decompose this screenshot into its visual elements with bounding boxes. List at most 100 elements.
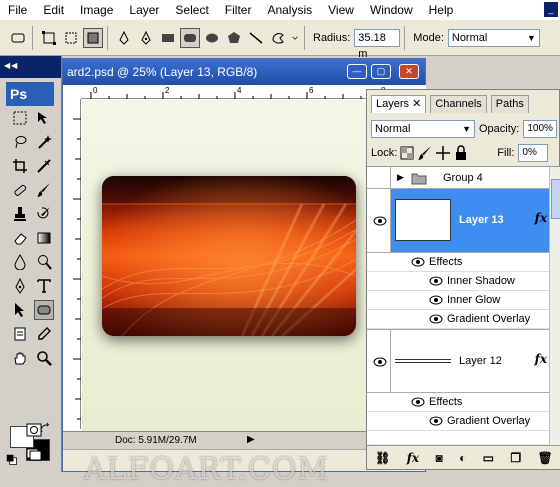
blend-mode-select[interactable]: Normal ▼ <box>371 120 475 138</box>
freeform-pen-icon[interactable] <box>136 28 156 48</box>
new-layer-icon[interactable]: ❐ <box>510 451 521 465</box>
link-icon[interactable]: ⛓ <box>375 451 390 465</box>
screen-mode-icon[interactable] <box>22 444 46 464</box>
eye-icon[interactable] <box>411 257 425 267</box>
dodge-tool-icon[interactable] <box>34 252 54 272</box>
crop-tool-icon[interactable] <box>10 156 30 176</box>
quick-mask-icon[interactable] <box>22 420 46 440</box>
chevron-down-icon[interactable] <box>290 28 300 48</box>
rounded-rectangle-icon[interactable] <box>180 27 200 48</box>
document-title-bar[interactable]: ard2.psd @ 25% (Layer 13, RGB/8) — ▢ ✕ <box>63 59 425 85</box>
menu-edit[interactable]: Edit <box>35 0 72 20</box>
paths-icon[interactable] <box>61 28 81 48</box>
pen-icon[interactable] <box>114 28 134 48</box>
layers-panel: Layers ✕ Channels Paths Normal ▼ Opacity… <box>366 89 560 470</box>
menu-view[interactable]: View <box>320 0 362 20</box>
opacity-input[interactable]: 100% <box>523 120 558 138</box>
line-icon[interactable] <box>246 28 266 48</box>
divider <box>404 25 406 50</box>
mask-icon[interactable]: ◙ <box>435 451 442 465</box>
minimize-icon[interactable]: _ <box>544 2 558 17</box>
lasso-tool-icon[interactable] <box>10 132 30 152</box>
move-tool-icon[interactable] <box>34 108 54 128</box>
menu-filter[interactable]: Filter <box>217 0 260 20</box>
tool-preset-icon[interactable] <box>8 28 28 48</box>
radius-input[interactable]: 35.18 m <box>354 28 401 60</box>
layer-group-row[interactable]: ▶ Group 4 <box>367 167 560 189</box>
rectangle-icon[interactable] <box>158 28 178 48</box>
brush-tool-icon[interactable] <box>34 180 54 200</box>
effect-gradient-overlay[interactable]: Gradient Overlay <box>367 310 560 329</box>
clone-stamp-icon[interactable] <box>10 204 30 224</box>
eye-icon[interactable] <box>429 416 443 426</box>
tab-channels[interactable]: Channels <box>430 95 487 113</box>
blur-tool-icon[interactable] <box>10 252 30 272</box>
type-tool-icon[interactable] <box>34 276 54 296</box>
visibility-toggle[interactable] <box>367 167 391 188</box>
slice-tool-icon[interactable] <box>34 156 54 176</box>
fill-input[interactable]: 0% <box>518 144 549 162</box>
layer-row-selected[interactable]: Layer 13 fx ▲ <box>367 189 560 253</box>
photoshop-logo[interactable]: Ps <box>6 82 54 106</box>
menu-image[interactable]: Image <box>72 0 121 20</box>
lock-transparency-icon[interactable] <box>399 143 415 163</box>
default-colors-icon[interactable] <box>6 454 18 466</box>
fx-icon[interactable]: fx <box>535 211 547 225</box>
scrollbar-thumb[interactable] <box>551 179 560 219</box>
hand-tool-icon[interactable] <box>10 348 30 368</box>
layer-row[interactable]: Layer 12 fx <box>367 329 560 393</box>
mode-select[interactable]: Normal ▼ <box>447 28 540 47</box>
lock-pixels-icon[interactable] <box>417 143 433 163</box>
polygon-icon[interactable] <box>224 28 244 48</box>
menu-layer[interactable]: Layer <box>121 0 167 20</box>
fx-icon[interactable]: fx <box>407 451 419 465</box>
lock-position-icon[interactable] <box>435 143 451 163</box>
notes-tool-icon[interactable] <box>10 324 30 344</box>
eye-icon[interactable] <box>373 216 387 226</box>
folder-icon[interactable]: ▭ <box>483 451 494 465</box>
marquee-tool-icon[interactable] <box>10 108 30 128</box>
zoom-tool-icon[interactable] <box>34 348 54 368</box>
custom-shape-icon[interactable] <box>268 28 288 48</box>
gradient-tool-icon[interactable] <box>34 228 54 248</box>
layers-scrollbar[interactable] <box>549 167 560 445</box>
effects-row[interactable]: Effects <box>367 393 560 412</box>
close-icon[interactable]: ✕ <box>399 64 419 79</box>
ellipse-icon[interactable] <box>202 28 222 48</box>
minimize-icon[interactable]: — <box>347 64 367 79</box>
menu-window[interactable]: Window <box>362 0 421 20</box>
fill-pixels-icon[interactable] <box>83 27 103 48</box>
effects-row[interactable]: Effects <box>367 253 560 272</box>
eye-icon[interactable] <box>429 314 443 324</box>
effect-inner-glow[interactable]: Inner Glow <box>367 291 560 310</box>
eye-icon[interactable] <box>429 295 443 305</box>
pen-tool-icon[interactable] <box>10 276 30 296</box>
fx-icon[interactable]: fx <box>535 352 547 366</box>
tab-layers[interactable]: Layers ✕ <box>371 95 427 113</box>
expand-arrow-icon[interactable]: ▶ <box>397 172 404 183</box>
effect-gradient-overlay[interactable]: Gradient Overlay <box>367 412 560 431</box>
eye-icon[interactable] <box>429 276 443 286</box>
shape-layers-icon[interactable] <box>39 28 59 48</box>
path-selection-icon[interactable] <box>10 300 30 320</box>
status-arrow-icon[interactable]: ▶ <box>247 434 255 445</box>
eraser-tool-icon[interactable] <box>10 228 30 248</box>
healing-brush-icon[interactable] <box>10 180 30 200</box>
effect-inner-shadow[interactable]: Inner Shadow <box>367 272 560 291</box>
eyedropper-icon[interactable] <box>34 324 54 344</box>
magic-wand-icon[interactable] <box>34 132 54 152</box>
menu-analysis[interactable]: Analysis <box>259 0 320 20</box>
menu-select[interactable]: Select <box>167 0 216 20</box>
toolbox-title-bar[interactable]: ◀◀ <box>0 56 61 78</box>
eye-icon[interactable] <box>373 357 387 367</box>
adjustment-icon[interactable]: ◐ <box>459 451 466 465</box>
trash-icon[interactable]: 🗑 <box>538 451 553 465</box>
eye-icon[interactable] <box>411 397 425 407</box>
history-brush-icon[interactable] <box>34 204 54 224</box>
maximize-icon[interactable]: ▢ <box>371 64 391 79</box>
menu-file[interactable]: File <box>0 0 35 20</box>
tab-paths[interactable]: Paths <box>490 95 529 113</box>
menu-help[interactable]: Help <box>421 0 462 20</box>
lock-all-icon[interactable] <box>453 143 469 163</box>
rounded-rectangle-tool-icon[interactable] <box>34 300 54 320</box>
